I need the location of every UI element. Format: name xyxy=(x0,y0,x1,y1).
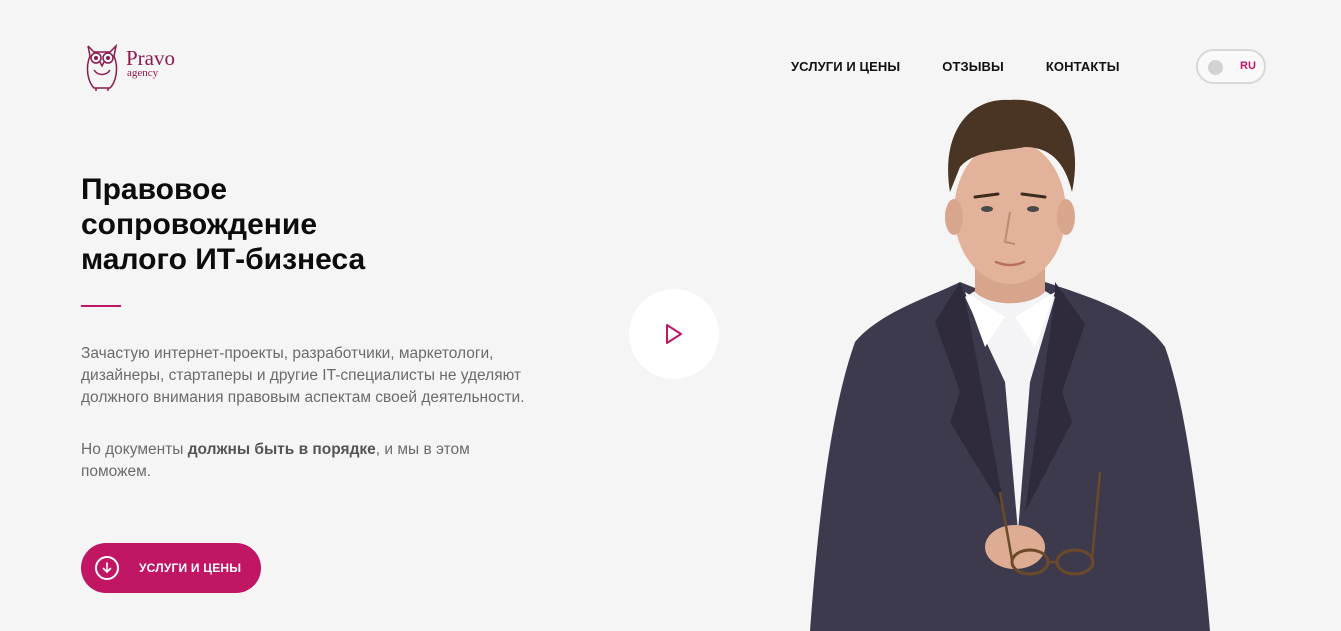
page-title: Правовое сопровождение малого ИТ-бизнеса xyxy=(81,172,461,277)
promise-text-bold: должны быть в порядке xyxy=(187,441,376,458)
services-cta-button[interactable]: УСЛУГИ И ЦЕНЫ xyxy=(81,543,261,593)
video-play-button[interactable] xyxy=(629,289,719,379)
accent-divider xyxy=(81,305,121,307)
logo[interactable]: Pravo agency xyxy=(82,40,175,92)
arrow-down-circle-icon xyxy=(95,556,119,580)
main-nav: УСЛУГИ И ЦЕНЫ ОТЗЫВЫ КОНТАКТЫ xyxy=(791,59,1162,74)
cta-label: УСЛУГИ И ЦЕНЫ xyxy=(139,561,242,575)
promise-text-pre: Но документы xyxy=(81,441,188,458)
title-line-2: сопровождение xyxy=(81,208,318,241)
language-toggle[interactable]: RU xyxy=(1196,49,1266,84)
title-line-3: малого ИТ-бизнеса xyxy=(81,243,366,276)
hero-person-image xyxy=(810,99,1210,631)
toggle-knob xyxy=(1208,60,1223,75)
title-line-1: Правовое xyxy=(81,173,228,206)
owl-logo-icon xyxy=(86,43,118,91)
play-icon xyxy=(666,324,682,344)
intro-paragraph: Зачастую интернет-проекты, разработчики,… xyxy=(81,345,525,406)
nav-item-services[interactable]: УСЛУГИ И ЦЕНЫ xyxy=(791,59,900,74)
nav-item-contacts[interactable]: КОНТАКТЫ xyxy=(1046,59,1120,74)
language-label: RU xyxy=(1240,60,1256,72)
nav-item-reviews[interactable]: ОТЗЫВЫ xyxy=(942,59,1004,74)
promise-paragraph: Но документы должны быть в порядке, и мы… xyxy=(81,439,521,483)
brand-name: Pravo xyxy=(126,46,175,70)
